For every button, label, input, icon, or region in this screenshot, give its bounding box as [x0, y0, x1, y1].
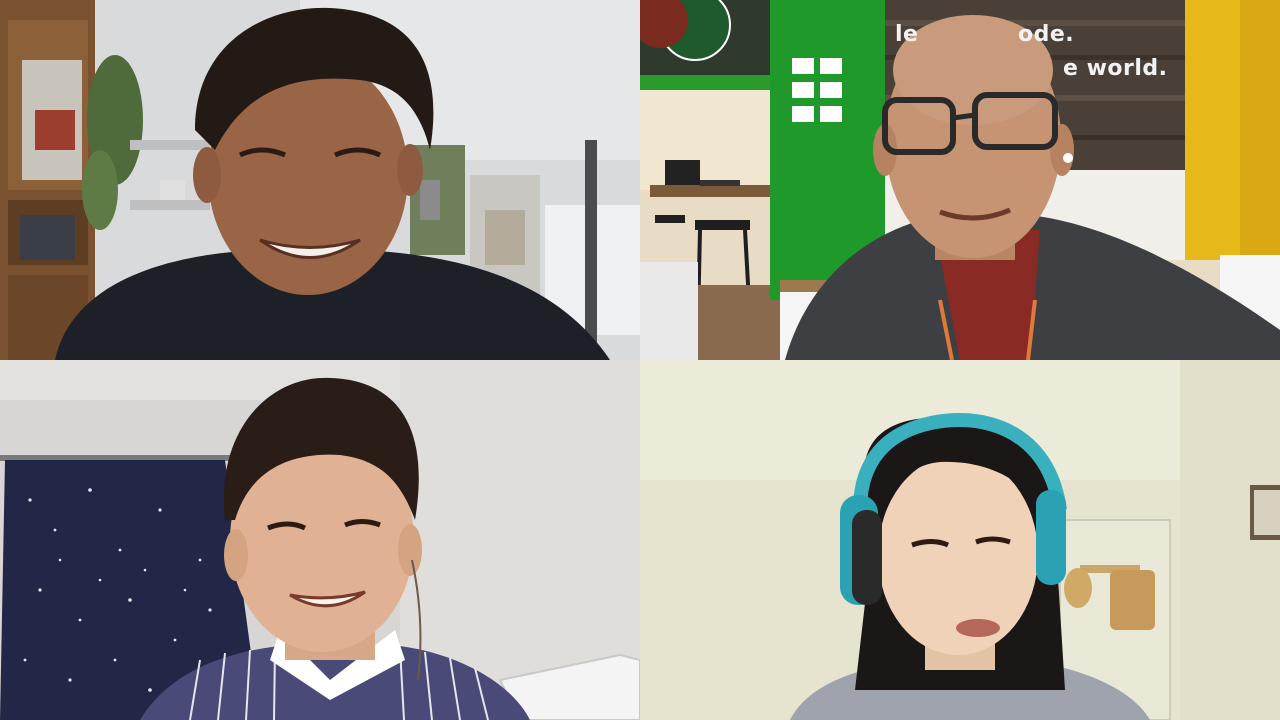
wall-sign-text-2: ode. — [1018, 22, 1075, 47]
participant-video-tile-1[interactable] — [0, 0, 640, 360]
participant-video-tile-3[interactable] — [0, 360, 640, 720]
participant-4-video-frame — [640, 360, 1280, 720]
video-call-grid: le ode. e world. — [0, 0, 1280, 720]
participant-video-tile-4[interactable] — [640, 360, 1280, 720]
participant-2-video-frame — [640, 0, 1280, 360]
wall-sign-text-3: e world. — [1063, 56, 1168, 81]
wall-sign-text-1: le — [895, 22, 919, 47]
participant-1-video-frame — [0, 0, 640, 360]
participant-video-tile-2[interactable]: le ode. e world. — [640, 0, 1280, 360]
participant-3-video-frame — [0, 360, 640, 720]
